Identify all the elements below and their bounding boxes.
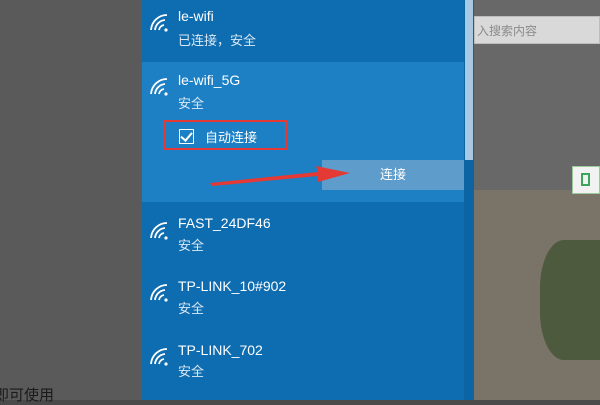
network-item-tp-link-10-902[interactable]: TP-LINK_10#902 安全 — [142, 270, 464, 332]
phone-icon — [581, 173, 590, 186]
network-name: le-wifi_5G — [178, 72, 241, 88]
network-name: TP-LINK_10#902 — [178, 278, 287, 294]
wifi-icon — [148, 346, 170, 368]
scrollbar-thumb[interactable] — [465, 0, 473, 160]
auto-connect-label: 自动连接 — [205, 130, 258, 145]
auto-connect-checkbox[interactable]: 自动连接 — [163, 120, 287, 150]
background-left-panel: 即可使用 — [0, 0, 142, 404]
wifi-icon — [148, 12, 170, 34]
network-status: 安全 — [178, 238, 205, 253]
wifi-icon — [148, 220, 170, 242]
background-text: 即可使用 — [0, 387, 55, 404]
network-flyout: le-wifi 已连接，安全 le-wifi_5G 安全 自动连接 连接 FAS… — [142, 0, 474, 400]
network-status: 已连接，安全 — [178, 33, 257, 48]
wifi-icon — [148, 76, 170, 98]
background-plant-image — [540, 240, 600, 360]
checkmark-icon — [180, 129, 193, 142]
network-item-le-wifi[interactable]: le-wifi 已连接，安全 — [142, 0, 464, 62]
network-name: le-wifi — [178, 8, 214, 24]
search-placeholder: 入搜索内容 — [477, 24, 538, 38]
background-search-box: 入搜索内容 — [474, 16, 600, 44]
network-name: FAST_24DF46 — [178, 215, 271, 231]
checkbox-box[interactable] — [179, 129, 194, 144]
network-item-tp-link-702[interactable]: TP-LINK_702 安全 — [142, 334, 464, 396]
network-status: 安全 — [178, 301, 205, 316]
network-name: TP-LINK_702 — [178, 342, 263, 358]
background-tool-button — [572, 166, 600, 194]
network-status: 安全 — [178, 96, 205, 111]
red-arrow-icon — [210, 159, 350, 187]
network-item-fast-24df46[interactable]: FAST_24DF46 安全 — [142, 208, 464, 270]
scrollbar[interactable] — [464, 0, 474, 400]
network-status: 安全 — [178, 364, 205, 379]
wifi-icon — [148, 282, 170, 304]
